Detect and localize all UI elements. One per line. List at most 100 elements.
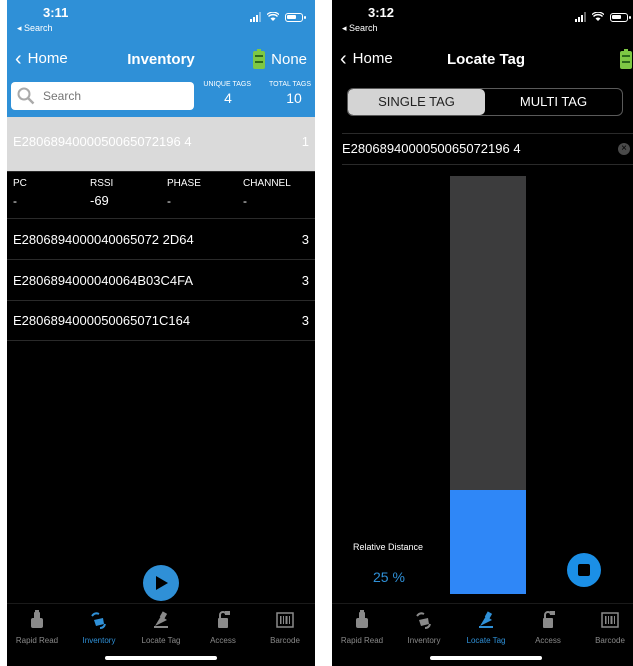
status-icons: [250, 12, 306, 22]
reader-battery[interactable]: None: [253, 49, 307, 69]
tag-epc-field[interactable]: E2806894000050065072196 4 ×: [342, 133, 633, 165]
tag-epc: E2806894000050065071C164: [13, 313, 191, 328]
access-icon: [543, 611, 555, 628]
tag-row-selected[interactable]: E2806894000050065072196 4 1: [7, 117, 315, 172]
barcode-icon: [276, 612, 294, 628]
relative-distance-label: Relative Distance: [353, 542, 424, 552]
rapid-read-icon: [356, 610, 368, 628]
home-indicator: [105, 656, 217, 660]
inventory-icon: [416, 612, 431, 629]
tag-read-count: 3: [301, 313, 309, 328]
stop-icon: [578, 564, 590, 576]
tab-access[interactable]: Access: [518, 604, 578, 652]
battery-status-icon: [610, 12, 631, 22]
clear-icon[interactable]: ×: [618, 143, 630, 155]
tab-label: Access: [535, 636, 561, 645]
battery-status-icon: [285, 12, 306, 22]
relative-distance-value: 25 %: [373, 569, 405, 585]
tab-bar: Rapid Read Inventory Locate Tag Access B…: [7, 603, 315, 652]
tab-bar: Rapid Read Inventory Locate Tag Access B…: [332, 603, 633, 652]
inventory-icon: [91, 612, 106, 629]
pc-label: PC: [13, 178, 27, 189]
barcode-icon: [601, 612, 619, 628]
phase-column: PHASE -: [167, 178, 201, 208]
tag-row[interactable]: E2806894000040065072 2D64 3: [7, 219, 315, 260]
tag-epc-value: E2806894000050065072196 4: [342, 141, 521, 156]
search-icon: [17, 87, 35, 105]
rapid-read-icon: [31, 610, 43, 628]
home-back-button[interactable]: ‹ Home: [15, 47, 68, 70]
tab-inventory[interactable]: Inventory: [69, 604, 129, 652]
single-tag-segment[interactable]: SINGLE TAG: [348, 89, 485, 115]
reader-battery[interactable]: [620, 49, 632, 69]
rssi-value: -69: [90, 193, 109, 208]
locate-tag-icon: [479, 611, 493, 628]
status-bar: 3:12 ◂ Search: [332, 0, 633, 42]
channel-value: -: [243, 194, 247, 208]
access-icon: [218, 611, 230, 628]
play-icon: [156, 576, 168, 590]
reader-battery-icon: [253, 49, 266, 69]
tab-label: Barcode: [595, 636, 625, 645]
search-input[interactable]: [11, 82, 194, 110]
total-tags-count: TOTAL TAGS 10: [257, 81, 311, 106]
status-time: 3:12: [368, 5, 395, 20]
rssi-column: RSSI -69: [90, 178, 113, 208]
tag-epc: E2806894000040064B03C4FA: [13, 273, 193, 288]
unique-tags-value: 4: [224, 90, 232, 106]
channel-label: CHANNEL: [243, 178, 291, 189]
tab-label: Rapid Read: [340, 636, 384, 645]
phase-value: -: [167, 194, 171, 208]
tab-label: Locate Tag: [466, 636, 506, 645]
pc-column: PC -: [13, 178, 27, 208]
tag-epc: E2806894000050065072196 4: [13, 134, 192, 149]
nav-bar: ‹ Home Inventory None: [7, 42, 315, 77]
nav-bar: ‹ Home Locate Tag: [332, 42, 633, 77]
tab-inventory[interactable]: Inventory: [394, 604, 454, 652]
relative-distance-gauge: [450, 176, 526, 594]
status-back-search[interactable]: ◂ Search: [17, 23, 53, 34]
status-bar: 3:11 ◂ Search: [7, 0, 315, 42]
tab-access[interactable]: Access: [193, 604, 253, 652]
tag-read-count: 1: [301, 134, 309, 149]
start-inventory-button[interactable]: [143, 565, 179, 601]
back-label: Home: [352, 50, 393, 67]
total-tags-value: 10: [286, 90, 302, 106]
tab-label: Locate Tag: [141, 636, 181, 645]
tab-rapid-read[interactable]: Rapid Read: [7, 604, 67, 652]
chevron-left-icon: ‹: [340, 47, 347, 70]
multi-tag-segment[interactable]: MULTI TAG: [485, 89, 622, 115]
unique-tags-label: UNIQUE TAGS: [203, 81, 251, 88]
cell-signal-icon: [250, 12, 261, 22]
locate-tag-screen: 3:12 ◂ Search ‹ Home Locate Tag SINGLE TA…: [332, 0, 633, 666]
locate-tag-icon: [154, 611, 168, 628]
chevron-left-icon: ‹: [15, 47, 22, 70]
inventory-screen: 3:11 ◂ Search ‹ Home Inventory None UNIQU…: [7, 0, 315, 666]
cell-signal-icon: [575, 12, 586, 22]
home-back-button[interactable]: ‹ Home: [340, 47, 393, 70]
tab-label: Access: [210, 636, 236, 645]
status-icons: [575, 12, 631, 22]
tab-rapid-read[interactable]: Rapid Read: [332, 604, 392, 652]
unique-tags-count: UNIQUE TAGS 4: [197, 81, 251, 106]
tab-locate-tag[interactable]: Locate Tag: [456, 604, 516, 652]
phase-label: PHASE: [167, 178, 201, 189]
total-tags-label: TOTAL TAGS: [268, 81, 311, 88]
tag-row[interactable]: E2806894000050065071C164 3: [7, 300, 315, 341]
tag-epc: E2806894000040065072 2D64: [13, 232, 194, 247]
rssi-label: RSSI: [90, 178, 114, 189]
tag-read-count: 3: [301, 232, 309, 247]
tab-label: Rapid Read: [15, 636, 59, 645]
status-back-search[interactable]: ◂ Search: [342, 23, 378, 34]
tag-row[interactable]: E2806894000040064B03C4FA 3: [7, 260, 315, 301]
wifi-icon: [267, 12, 279, 21]
search-bar: UNIQUE TAGS 4 TOTAL TAGS 10: [7, 77, 315, 117]
wifi-icon: [592, 12, 604, 21]
tab-locate-tag[interactable]: Locate Tag: [131, 604, 191, 652]
stop-locate-button[interactable]: [567, 553, 601, 587]
tab-barcode[interactable]: Barcode: [580, 604, 633, 652]
relative-distance-gauge-fill: [450, 489, 526, 594]
tab-barcode[interactable]: Barcode: [255, 604, 315, 652]
tag-read-count: 3: [301, 273, 309, 288]
tag-details: PC - RSSI -69 PHASE - CHANNEL -: [7, 172, 315, 219]
